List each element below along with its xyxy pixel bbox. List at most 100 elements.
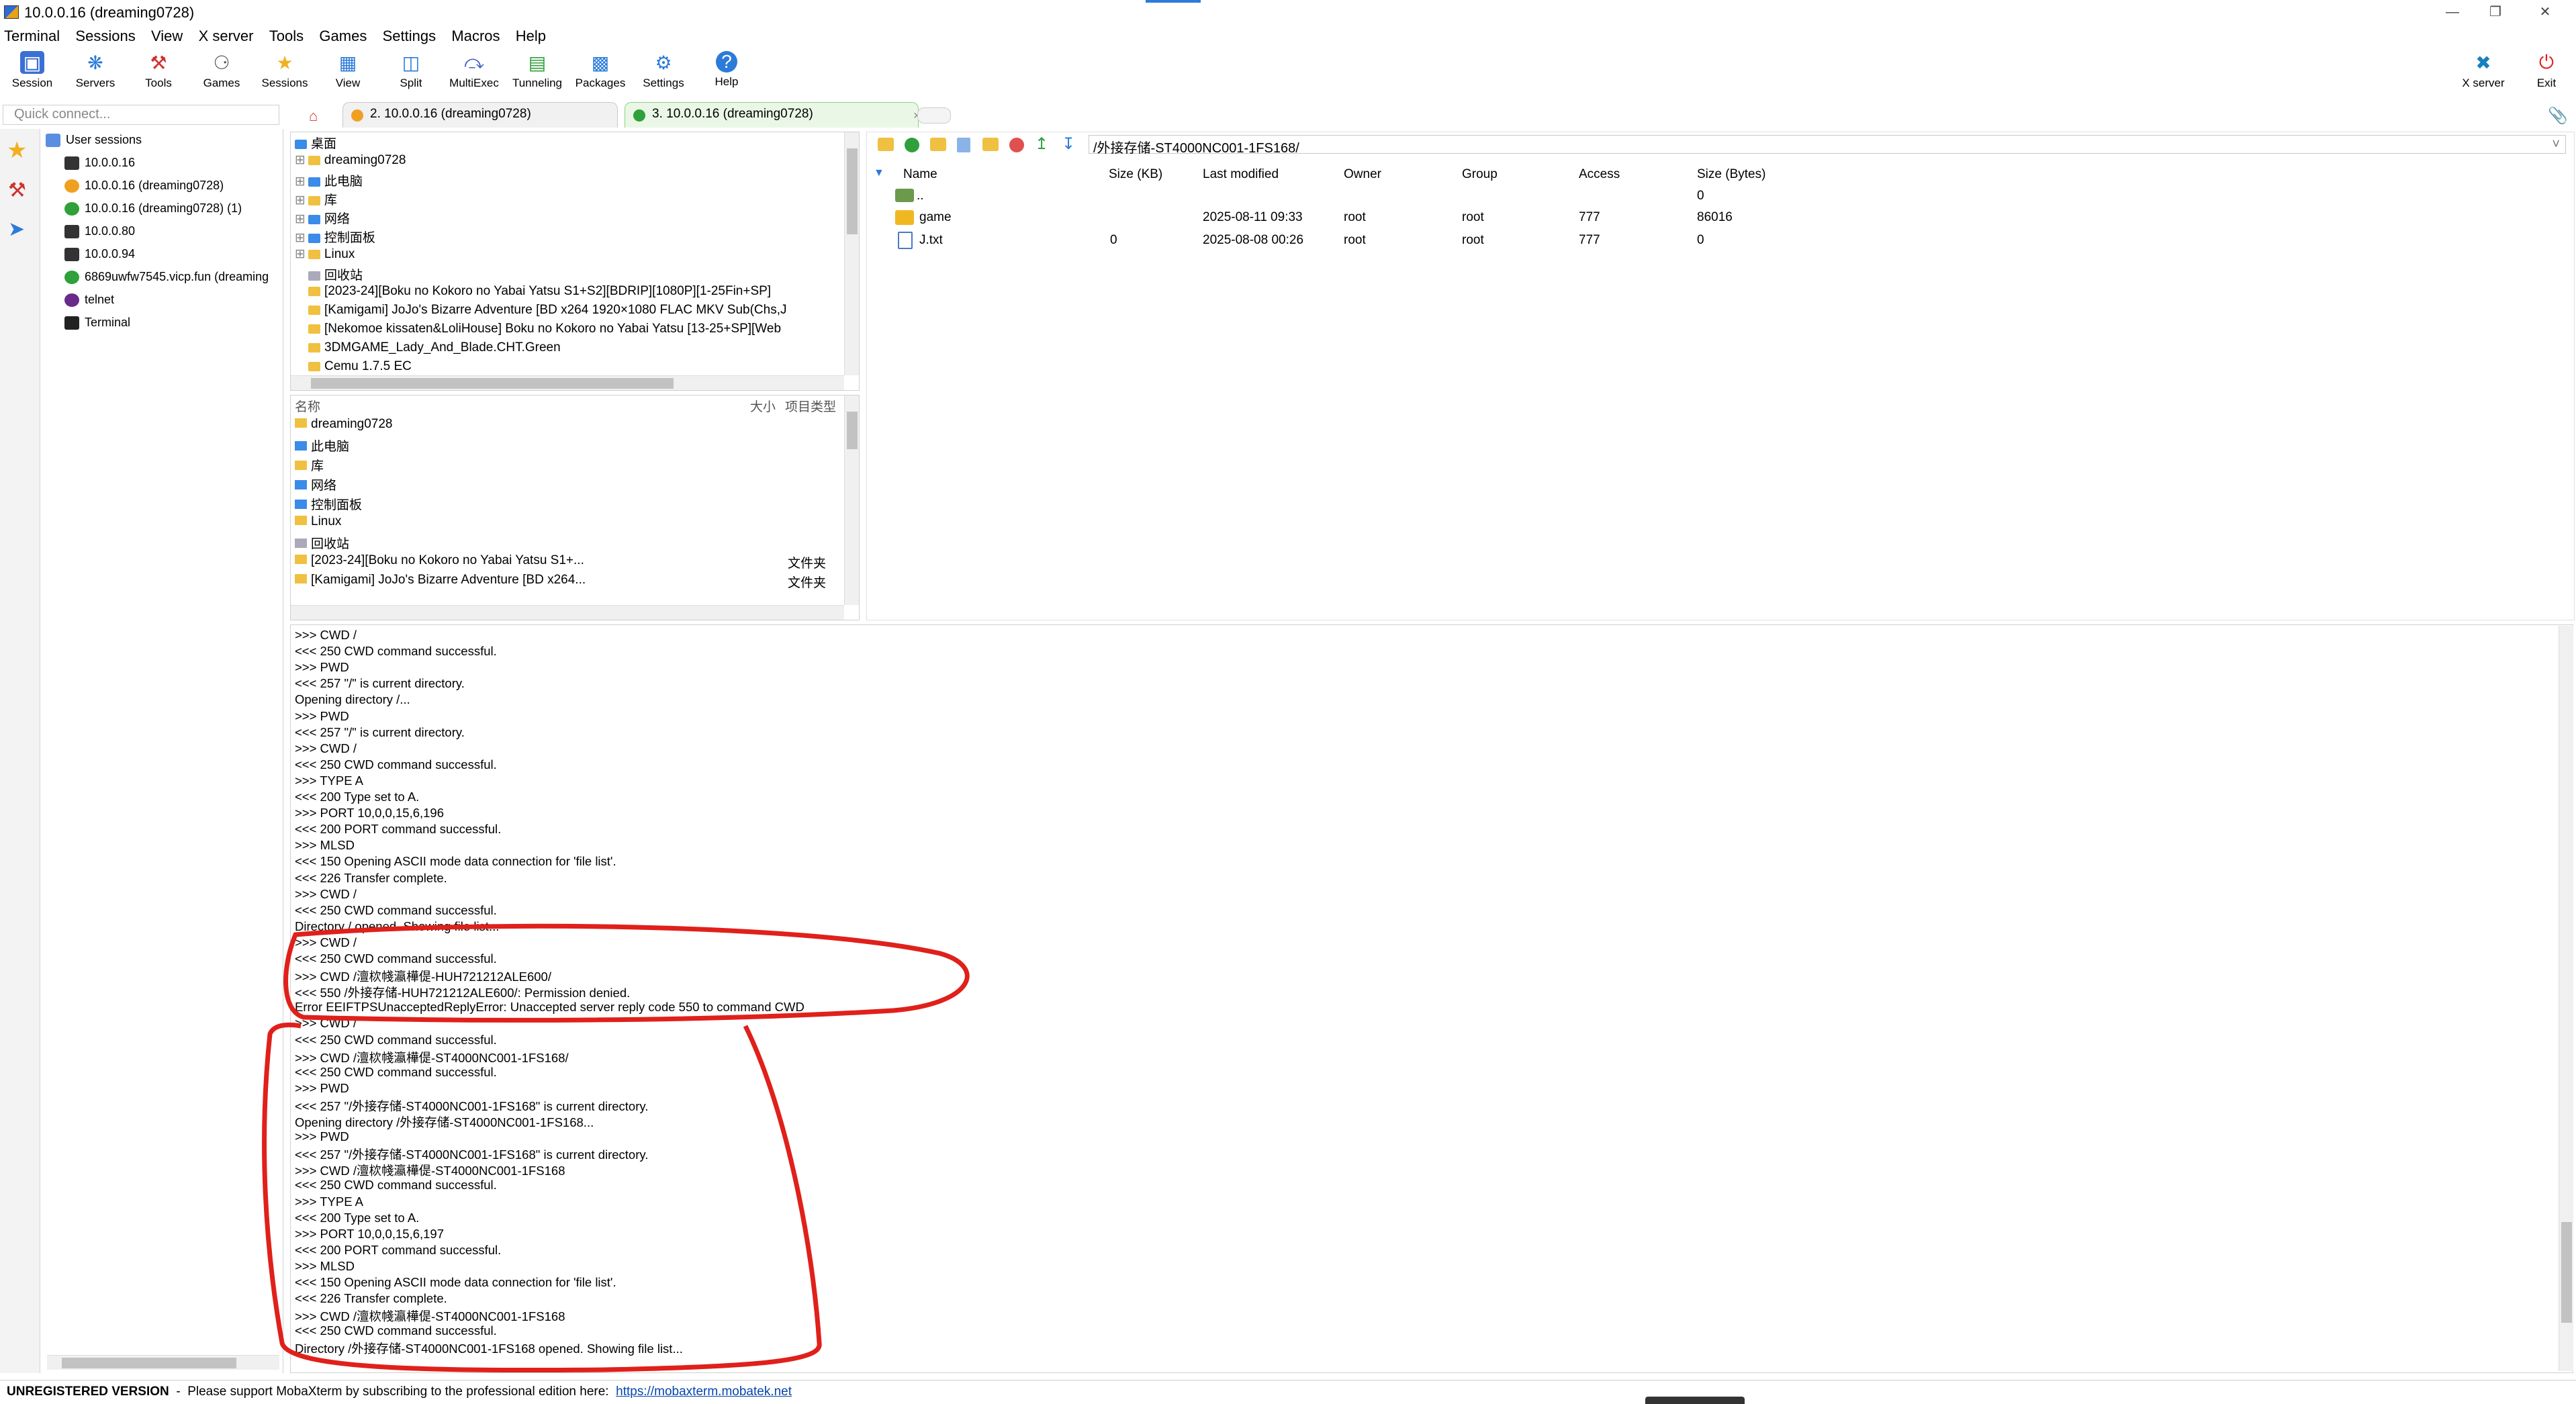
table-row-name[interactable]: .. [917,189,924,203]
list-item[interactable]: 网络 [295,475,336,494]
log-line: <<< 250 CWD command successful. [295,902,497,917]
games-button[interactable]: ⚆ Games [191,48,252,90]
sessions-hscroll[interactable] [47,1355,279,1370]
menu-tools[interactable]: Tools [269,26,304,47]
session-item[interactable]: 6869uwfw7545.vicp.fun (dreaming [64,270,283,290]
tree-hscroll[interactable] [291,375,844,390]
tree-item[interactable]: ⊞ Linux [295,246,355,265]
tree-item[interactable]: ⊞ 库 [295,190,337,209]
tree-item[interactable]: ⊞ 控制面板 [295,228,375,246]
session-item[interactable]: 10.0.0.16 [64,156,135,176]
attachment-icon[interactable]: 📎 [2548,106,2568,125]
servers-button[interactable]: ❋ Servers [64,48,126,90]
tree-item[interactable]: [Nekomoe kissaten&LoliHouse] Boku no Kok… [308,322,781,340]
quick-connect-input[interactable]: Quick connect... [3,105,279,125]
session-button[interactable]: ▣ Session [1,48,63,90]
column-header-modified[interactable]: Last modified [1203,167,1279,182]
menu-x-server[interactable]: X server [199,26,254,47]
new-folder-icon[interactable] [930,138,946,151]
exit-button[interactable]: ⏻ Exit [2516,48,2576,90]
menu-sessions[interactable]: Sessions [75,26,135,47]
terminal-icon [64,316,79,330]
star-icon[interactable]: ★ [7,137,32,163]
tools-button[interactable]: ⚒ Tools [128,48,189,90]
list-item[interactable]: dreaming0728 [295,417,392,432]
tab-session-3[interactable]: 3. 10.0.0.16 (dreaming0728) [625,102,919,128]
list-hscroll[interactable] [291,605,844,620]
menu-settings[interactable]: Settings [383,26,436,47]
list-item[interactable]: [2023-24][Boku no Kokoro no Yabai Yatsu … [295,553,584,568]
download-icon[interactable]: ↧ [1062,136,1078,152]
menu-view[interactable]: View [151,26,183,47]
tools-icon[interactable]: ⚒ [8,179,32,203]
send-icon[interactable]: ➤ [8,218,32,242]
folder-icon[interactable] [982,138,999,151]
sessions-button[interactable]: ★ Sessions [254,48,316,90]
list-item[interactable]: [Kamigami] JoJo's Bizarre Adventure [BD … [295,573,586,588]
tree-item[interactable]: 桌面 [295,134,336,152]
column-header-type[interactable]: 项目类型 [785,397,836,415]
list-item[interactable]: Linux [295,514,341,529]
new-file-icon[interactable] [957,138,970,152]
menu-games[interactable]: Games [319,26,367,47]
list-item[interactable]: 回收站 [295,534,349,552]
tree-item[interactable]: ⊞ dreaming0728 [295,152,406,171]
list-item[interactable]: 库 [295,456,324,474]
multiexec-button[interactable]: ⤼ MultiExec [443,48,505,90]
user-sessions-folder[interactable]: User sessions [46,133,142,153]
settings-button[interactable]: ⚙ Settings [633,48,694,90]
column-header-size-kb[interactable]: Size (KB) [1109,167,1162,182]
list-item[interactable]: 控制面板 [295,495,362,513]
tree-item[interactable]: [Kamigami] JoJo's Bizarre Adventure [BD … [308,303,787,322]
table-row-name[interactable]: J.txt [919,233,943,248]
list-item[interactable]: 此电脑 [295,436,349,455]
tab-session-2[interactable]: 2. 10.0.0.16 (dreaming0728) [342,102,618,128]
tree-item[interactable]: ⊞ 网络 [295,209,350,228]
tree-item[interactable]: [2023-24][Boku no Kokoro no Yabai Yatsu … [308,284,771,303]
tree-item[interactable]: 回收站 [308,265,363,284]
column-header-access[interactable]: Access [1579,167,1620,182]
column-header-size[interactable]: 大小 [750,397,776,415]
minimize-icon[interactable]: — [2439,3,2466,21]
x-server-button[interactable]: ✖ X server [2452,48,2514,90]
tree-item[interactable]: ⊞ 此电脑 [295,171,363,190]
column-header-group[interactable]: Group [1462,167,1498,182]
session-item[interactable]: Terminal [64,316,130,336]
log-line: <<< 250 CWD command successful. [295,1032,497,1047]
menu-terminal[interactable]: Terminal [4,26,60,47]
menu-macros[interactable]: Macros [451,26,500,47]
list-vscroll[interactable] [844,395,859,605]
tree-item[interactable]: Cemu 1.7.5 EC [308,359,412,371]
help-button[interactable]: ? Help [696,48,757,89]
split-button[interactable]: ◫ Split [380,48,442,90]
restore-icon[interactable]: ❐ [2482,3,2509,21]
column-header-owner[interactable]: Owner [1344,167,1381,182]
path-input[interactable]: /外接存储-ST4000NC001-1FS168/˅ [1089,135,2566,156]
menu-help[interactable]: Help [516,26,546,47]
log-vscroll[interactable] [2559,626,2573,1371]
session-item[interactable]: 10.0.0.94 [64,247,135,267]
home-tab-icon[interactable]: ⌂ [309,107,326,124]
view-button[interactable]: ▦ View [317,48,379,90]
tree-vscroll[interactable] [844,132,859,375]
tree-item[interactable]: 3DMGAME_Lady_And_Blade.CHT.Green [308,340,561,359]
refresh-icon[interactable] [905,138,919,152]
session-item[interactable]: 10.0.0.80 [64,224,135,244]
table-row-name[interactable]: game [919,210,952,225]
new-tab-button[interactable] [917,107,951,124]
session-item[interactable]: telnet [64,293,114,313]
mobatek-link[interactable]: https://mobaxterm.mobatek.net [616,1385,792,1399]
column-header-name[interactable]: 名称 [295,397,320,415]
upload-icon[interactable]: ↥ [1035,136,1051,152]
open-folder-icon[interactable] [878,138,894,151]
tunneling-button[interactable]: ▤ Tunneling [506,48,568,90]
column-header-name[interactable]: Name [903,167,937,182]
session-item[interactable]: 10.0.0.16 (dreaming0728) [64,179,224,199]
packages-button[interactable]: ▩ Packages [569,48,631,90]
tools-icon: ⚒ [150,52,167,73]
control-panel-icon [308,233,320,243]
column-header-size-bytes[interactable]: Size (Bytes) [1697,167,1765,182]
close-icon[interactable]: ✕ [2532,3,2559,21]
session-item[interactable]: 10.0.0.16 (dreaming0728) (1) [64,201,242,222]
delete-icon[interactable] [1009,138,1024,152]
